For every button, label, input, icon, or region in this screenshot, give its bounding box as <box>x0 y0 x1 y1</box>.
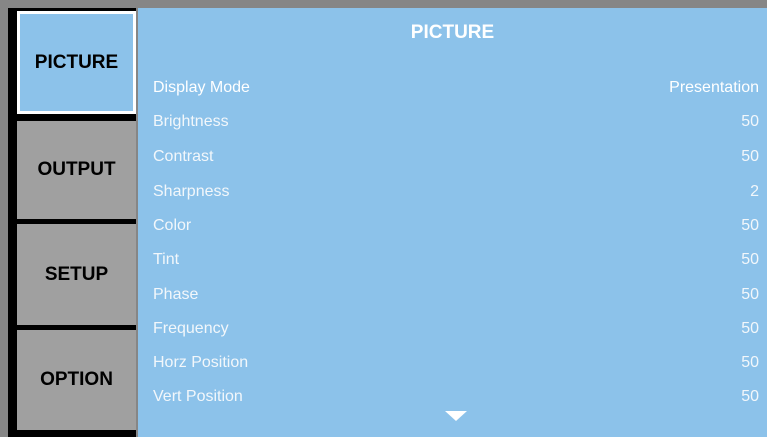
setting-label: Brightness <box>153 113 229 130</box>
osd-menu: PICTURE OUTPUT SETUP OPTION PICTURE Disp… <box>0 0 767 437</box>
setting-value: 50 <box>741 217 759 234</box>
setting-label: Display Mode <box>153 79 250 96</box>
panel-title: PICTURE <box>410 22 495 43</box>
setting-row-contrast[interactable]: Contrast 50 <box>138 145 767 169</box>
settings-panel: PICTURE Display Mode Presentation Bright… <box>138 8 767 437</box>
tab-setup[interactable]: SETUP <box>17 224 136 325</box>
tab-picture-label: PICTURE <box>34 51 119 73</box>
setting-label: Frequency <box>153 320 229 337</box>
setting-label: Tint <box>153 251 180 268</box>
setting-value: 50 <box>741 113 759 130</box>
setting-row-tint[interactable]: Tint 50 <box>138 248 767 272</box>
setting-label: Phase <box>153 286 199 303</box>
setting-value: Presentation <box>669 79 759 96</box>
setting-label: Color <box>153 217 192 234</box>
chevron-down-icon[interactable] <box>445 411 467 421</box>
setting-label: Horz Position <box>153 354 249 371</box>
tab-output[interactable]: OUTPUT <box>17 121 136 219</box>
setting-value: 50 <box>741 251 759 268</box>
setting-value: 50 <box>741 354 759 371</box>
tab-option[interactable]: OPTION <box>17 330 136 430</box>
setting-value: 50 <box>741 388 759 405</box>
setting-row-color[interactable]: Color 50 <box>138 214 767 238</box>
setting-value: 2 <box>750 183 759 200</box>
tab-picture[interactable]: PICTURE <box>17 11 136 114</box>
setting-value: 50 <box>741 286 759 303</box>
menu-sidebar: PICTURE OUTPUT SETUP OPTION <box>8 8 136 437</box>
setting-value: 50 <box>741 148 759 165</box>
setting-label: Contrast <box>153 148 214 165</box>
setting-row-sharpness[interactable]: Sharpness 2 <box>138 180 767 204</box>
tab-setup-label: SETUP <box>44 263 109 285</box>
setting-label: Vert Position <box>153 388 243 405</box>
setting-row-display-mode[interactable]: Display Mode Presentation <box>138 76 767 100</box>
setting-row-phase[interactable]: Phase 50 <box>138 283 767 307</box>
setting-value: 50 <box>741 320 759 337</box>
setting-row-vert-position[interactable]: Vert Position 50 <box>138 385 767 409</box>
tab-option-label: OPTION <box>40 369 113 390</box>
tab-output-label: OUTPUT <box>37 159 116 180</box>
setting-row-brightness[interactable]: Brightness 50 <box>138 110 767 134</box>
setting-row-horz-position[interactable]: Horz Position 50 <box>138 351 767 375</box>
setting-label: Sharpness <box>153 183 230 200</box>
setting-row-frequency[interactable]: Frequency 50 <box>138 317 767 341</box>
